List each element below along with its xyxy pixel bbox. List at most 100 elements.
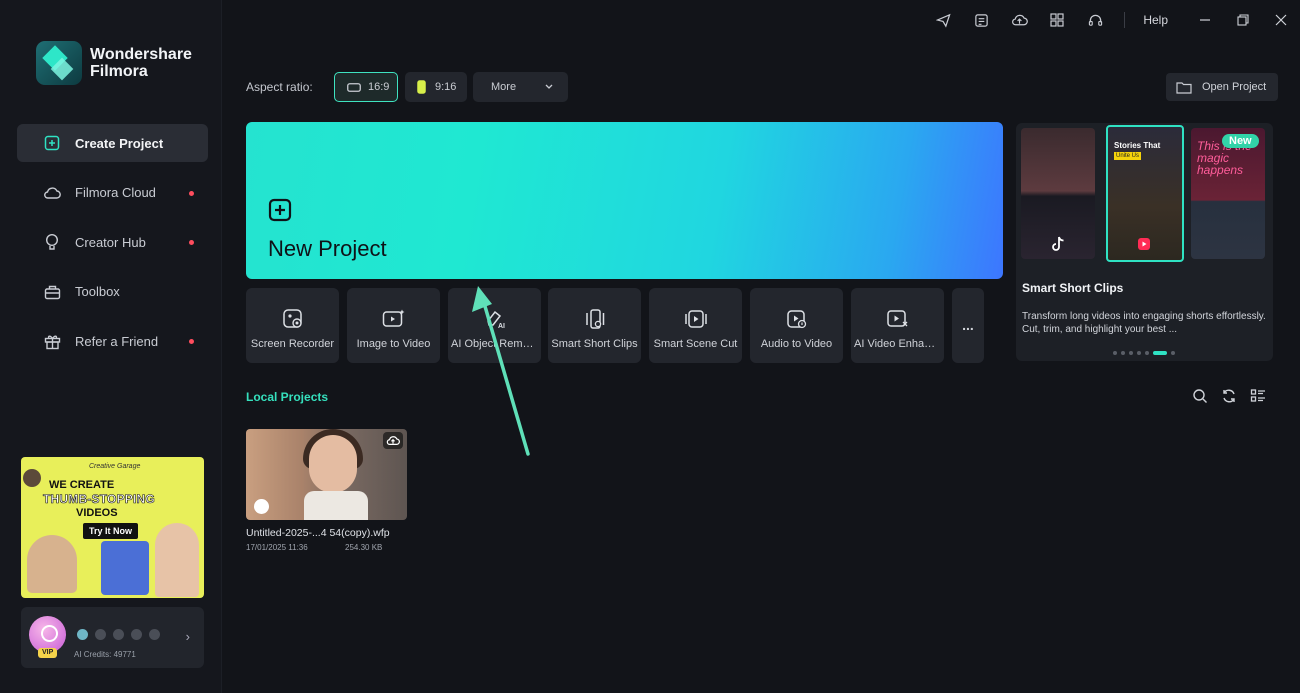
new-project-card[interactable]: New Project bbox=[246, 122, 1003, 279]
app-name-line2: Filmora bbox=[90, 63, 148, 80]
thumb-title: Stories That bbox=[1114, 141, 1161, 150]
sidebar-item-creator-hub[interactable]: Creator Hub bbox=[17, 223, 208, 261]
carousel-dot[interactable] bbox=[1171, 351, 1175, 355]
thumbnail-shirt bbox=[304, 491, 368, 520]
carousel-thumb bbox=[1021, 128, 1095, 259]
tool-smart-short-clips[interactable]: Smart Short Clips bbox=[548, 288, 641, 363]
aspect-9-16-button[interactable]: 9:16 bbox=[405, 72, 467, 102]
open-project-button[interactable]: Open Project bbox=[1166, 73, 1278, 101]
project-meta: 17/01/2025 11:36 254.30 KB bbox=[246, 543, 407, 552]
carousel-dot[interactable] bbox=[1145, 351, 1149, 355]
filmora-logo-icon bbox=[36, 41, 82, 85]
tool-label: Smart Short Clips bbox=[551, 338, 638, 350]
carousel-dot[interactable] bbox=[1129, 351, 1133, 355]
promo-try-button[interactable]: Try It Now bbox=[83, 523, 139, 539]
badge-icon bbox=[113, 629, 124, 640]
tool-audio-to-video[interactable]: Audio to Video bbox=[750, 288, 843, 363]
minimize-icon[interactable] bbox=[1186, 0, 1224, 40]
landscape-icon bbox=[347, 82, 361, 92]
carousel-dot-active[interactable] bbox=[1153, 351, 1167, 355]
promo-banner[interactable]: Creative Garage WE CREATE THUMB-STOPPING… bbox=[21, 457, 204, 598]
project-size: 254.30 KB bbox=[345, 543, 383, 552]
sidebar-item-label: Toolbox bbox=[75, 284, 120, 299]
notification-dot bbox=[189, 190, 194, 196]
grid-icon[interactable] bbox=[1038, 0, 1076, 40]
promo-line3: VIDEOS bbox=[76, 507, 118, 519]
toolbar-divider bbox=[1124, 12, 1126, 28]
tool-ai-video-enhancer[interactable]: AI Video Enhancer bbox=[851, 288, 944, 363]
achievement-badges bbox=[77, 629, 160, 640]
chevron-right-icon[interactable]: › bbox=[186, 629, 190, 644]
aspect-ratio-label: Aspect ratio: bbox=[246, 80, 313, 94]
list-view-icon[interactable] bbox=[1250, 388, 1266, 404]
sidebar-item-label: Creator Hub bbox=[75, 234, 146, 250]
sidebar-item-filmora-cloud[interactable]: Filmora Cloud bbox=[17, 174, 208, 212]
sidebar-item-toolbox[interactable]: Toolbox bbox=[17, 273, 208, 311]
badge-icon bbox=[95, 629, 106, 640]
carousel-dot[interactable] bbox=[1121, 351, 1125, 355]
search-icon[interactable] bbox=[1192, 388, 1208, 404]
local-projects-title: Local Projects bbox=[246, 390, 329, 404]
bulb-icon bbox=[43, 233, 61, 251]
sidebar: Wondershare Filmora Create Project Filmo… bbox=[0, 0, 222, 693]
folder-icon bbox=[1176, 81, 1192, 94]
tool-screen-recorder[interactable]: Screen Recorder bbox=[246, 288, 339, 363]
aspect-16-9-button[interactable]: 16:9 bbox=[334, 72, 398, 102]
restore-icon[interactable] bbox=[1224, 0, 1262, 40]
help-menu[interactable]: Help bbox=[1143, 13, 1168, 27]
sidebar-nav: Create Project Filmora Cloud Creator Hub bbox=[17, 124, 208, 372]
project-card[interactable]: Untitled-2025-...4 54(copy).wfp 17/01/20… bbox=[246, 429, 407, 552]
ai-credits: AI Credits: 49771 bbox=[74, 650, 136, 659]
refresh-icon[interactable] bbox=[1221, 388, 1237, 404]
badge-icon bbox=[77, 629, 88, 640]
carousel-thumb-active: Stories That Unite Us bbox=[1106, 125, 1184, 262]
open-project-label: Open Project bbox=[1202, 81, 1267, 93]
feature-carousel[interactable]: Stories That Unite Us This is the magic … bbox=[1016, 123, 1273, 361]
play-icon bbox=[1138, 238, 1150, 250]
carousel-dot[interactable] bbox=[1137, 351, 1141, 355]
promo-script: Creative Garage bbox=[89, 463, 141, 470]
tool-smart-scene-cut[interactable]: Smart Scene Cut bbox=[649, 288, 742, 363]
tool-label: Screen Recorder bbox=[250, 338, 335, 350]
user-panel[interactable]: VIP › AI Credits: 49771 bbox=[21, 607, 204, 668]
aspect-more-label: More bbox=[491, 81, 517, 93]
promo-sticker-icon bbox=[23, 469, 41, 487]
annotation-arrow-icon bbox=[472, 286, 530, 456]
app-name: Wondershare Filmora bbox=[90, 46, 192, 80]
headset-icon[interactable] bbox=[1076, 0, 1114, 40]
tools-more-button[interactable]: ... bbox=[952, 288, 984, 363]
list-icon[interactable] bbox=[962, 0, 1000, 40]
chevron-down-icon bbox=[545, 84, 553, 89]
cloud-upload-icon[interactable] bbox=[1000, 0, 1038, 40]
ai-video-enhancer-icon bbox=[886, 307, 910, 331]
thumbnail-face bbox=[309, 435, 357, 493]
title-bar: Help bbox=[924, 0, 1300, 40]
filmora-mark-icon bbox=[254, 499, 269, 514]
portrait-icon bbox=[417, 80, 426, 94]
cloud-icon bbox=[43, 184, 61, 202]
notification-dot bbox=[189, 240, 194, 245]
aspect-more-dropdown[interactable]: More bbox=[473, 72, 568, 102]
vip-badge: VIP bbox=[38, 648, 58, 658]
carousel-dot[interactable] bbox=[1113, 351, 1117, 355]
app-logo: Wondershare Filmora bbox=[36, 41, 192, 85]
close-icon[interactable] bbox=[1262, 0, 1300, 40]
sidebar-item-label: Filmora Cloud bbox=[75, 185, 156, 200]
sidebar-item-create-project[interactable]: Create Project bbox=[17, 124, 208, 162]
cloud-upload-icon[interactable] bbox=[383, 432, 403, 449]
promo-line2: THUMB-STOPPING bbox=[43, 492, 155, 507]
project-name: Untitled-2025-...4 54(copy).wfp bbox=[246, 527, 390, 539]
carousel-description: Transform long videos into engaging shor… bbox=[1022, 311, 1266, 335]
send-icon[interactable] bbox=[924, 0, 962, 40]
badge-icon bbox=[149, 629, 160, 640]
carousel-title: Smart Short Clips bbox=[1022, 281, 1124, 295]
notification-dot bbox=[189, 339, 194, 344]
tool-image-to-video[interactable]: Image to Video bbox=[347, 288, 440, 363]
plus-square-icon bbox=[43, 134, 61, 152]
tiktok-icon bbox=[1052, 236, 1064, 251]
promo-person-image bbox=[155, 523, 199, 597]
sidebar-item-refer-a-friend[interactable]: Refer a Friend bbox=[17, 322, 208, 360]
tool-label: Smart Scene Cut bbox=[653, 338, 738, 350]
project-thumbnail[interactable] bbox=[246, 429, 407, 520]
sidebar-item-label: Create Project bbox=[75, 135, 164, 151]
